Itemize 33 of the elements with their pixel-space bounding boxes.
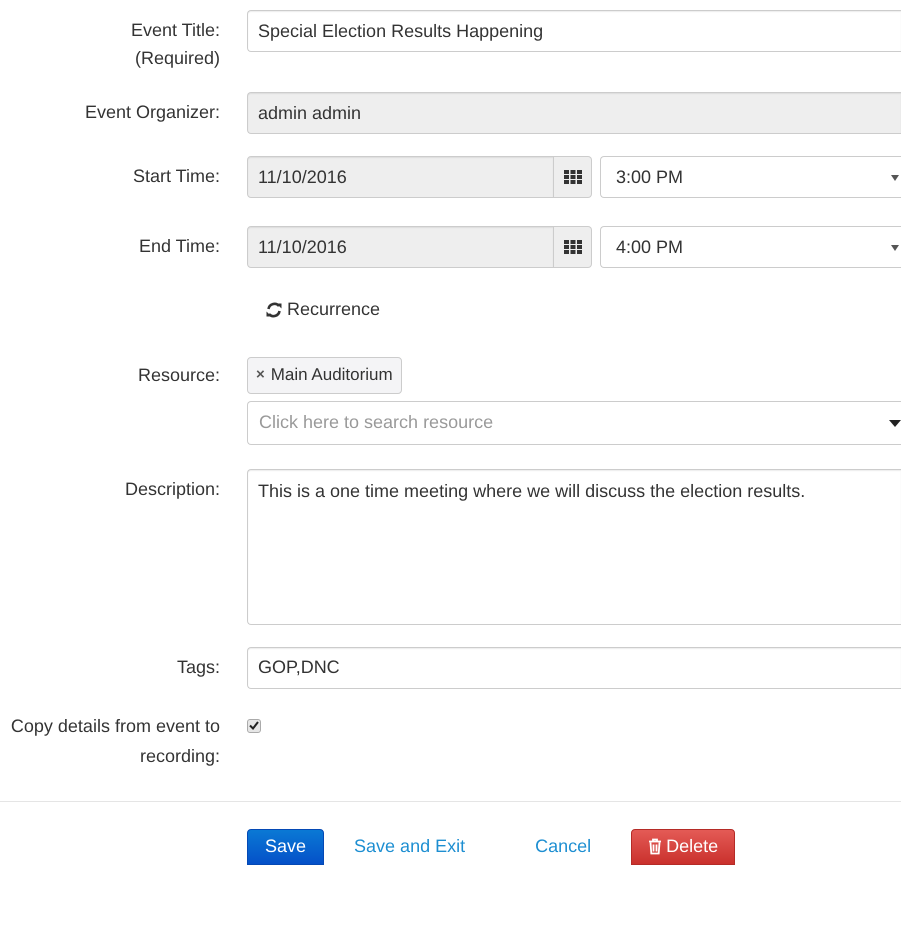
calendar-icon bbox=[564, 170, 582, 184]
dropdown-arrow-icon bbox=[889, 420, 901, 427]
date-field[interactable]: 11/10/2016 bbox=[247, 156, 554, 198]
field-label: Description: bbox=[124, 478, 220, 501]
field-label: End Time: bbox=[138, 235, 220, 258]
text-field[interactable]: Special Election Results Happening bbox=[247, 10, 901, 52]
checkbox[interactable] bbox=[247, 718, 261, 732]
field-label: Tags: bbox=[176, 656, 220, 679]
save-button[interactable]: Save bbox=[247, 828, 324, 864]
time-dropdown[interactable]: 3:00 PM bbox=[600, 156, 901, 198]
delete-button[interactable]: Delete bbox=[631, 828, 736, 864]
calendar-button[interactable] bbox=[554, 226, 592, 268]
field-label: Event Title: bbox=[130, 19, 220, 42]
dropdown-arrow-icon bbox=[891, 244, 899, 251]
time-dropdown[interactable]: 4:00 PM bbox=[600, 226, 901, 268]
date-field[interactable]: 11/10/2016 bbox=[247, 226, 554, 268]
link-button[interactable]: Cancel bbox=[515, 828, 612, 864]
refresh-icon bbox=[265, 300, 283, 318]
calendar-button[interactable] bbox=[554, 156, 592, 198]
description-field[interactable]: This is a one time meeting where we will discuss the election results. bbox=[247, 468, 901, 624]
text-field[interactable]: admin admin bbox=[247, 92, 901, 134]
field-label: Resource: bbox=[136, 364, 220, 386]
recurrence-link[interactable]: Recurrence bbox=[265, 296, 380, 323]
dropdown-arrow-icon bbox=[891, 174, 899, 181]
resource-tag[interactable]: × Main Auditorium bbox=[247, 356, 402, 394]
text-field[interactable]: GOP,DNC bbox=[247, 646, 901, 688]
field-label: Start Time: bbox=[132, 165, 220, 188]
calendar-icon bbox=[564, 240, 582, 254]
field-label: Copy details from event to recording: bbox=[10, 714, 220, 768]
field-label: Event Organizer: bbox=[84, 101, 220, 124]
field-label: (Required) bbox=[134, 47, 220, 70]
link-button[interactable]: Save and Exit bbox=[334, 828, 486, 864]
trash-icon bbox=[648, 838, 662, 855]
